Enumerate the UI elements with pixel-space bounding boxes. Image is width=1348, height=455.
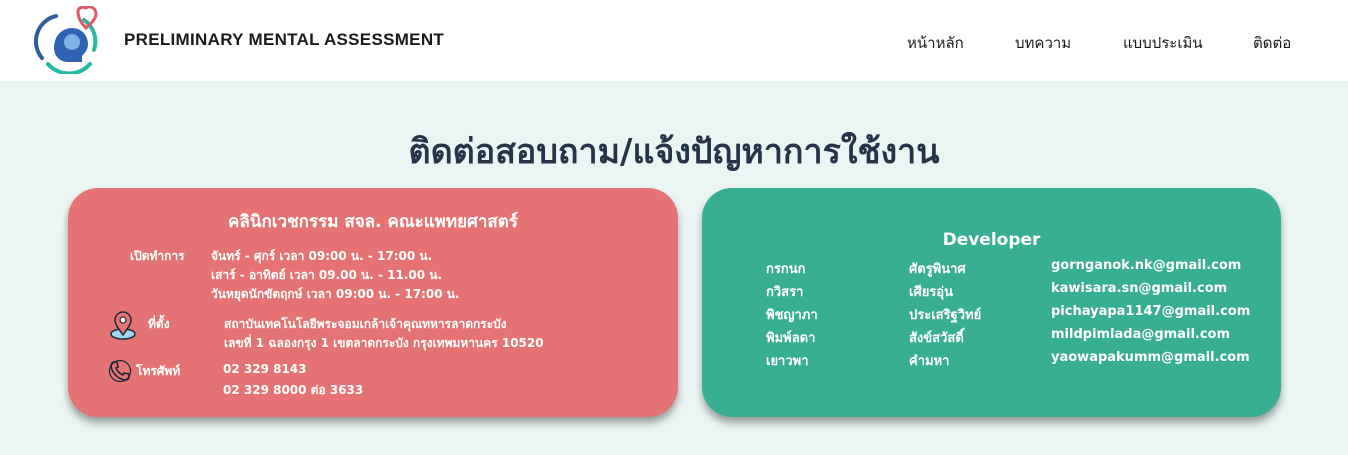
clinic-title: คลินิกเวชกรรม สจล. คณะแพทยศาสตร์ [228, 212, 518, 232]
address-line-1: สถาบันเทคโนโลยีพระจอมเกล้าเจ้าคุณทหารลาด… [224, 317, 507, 331]
developer-card: Developer กรกนก ศัตรูพินาศ gornganok.nk@… [702, 188, 1281, 417]
dev-email[interactable]: pichayapa1147@gmail.com [1051, 304, 1250, 319]
nav-assessment[interactable]: แบบประเมิน [1123, 31, 1203, 55]
nav-contact[interactable]: ติดต่อ [1253, 31, 1291, 55]
brand-name[interactable]: PRELIMINARY MENTAL ASSESSMENT [124, 30, 444, 50]
address-line-2: เลขที่ 1 ฉลองกรุง 1 เขตลาดกระบัง กรุงเทพ… [224, 336, 544, 350]
dev-email[interactable]: mildpimlada@gmail.com [1051, 327, 1230, 342]
developer-title: Developer [942, 230, 1041, 250]
dev-last-name: เศียรอุ่น [909, 285, 953, 300]
dev-first-name: เยาวพา [766, 354, 809, 369]
dev-email[interactable]: yaowapakumm@gmail.com [1051, 350, 1250, 365]
dev-last-name: สังข์สวัสดิ์ [909, 331, 964, 346]
dev-email[interactable]: gornganok.nk@gmail.com [1051, 258, 1241, 273]
location-label: ที่ตั้ง [148, 317, 170, 331]
dev-last-name: คำมหา [909, 354, 950, 369]
dev-first-name: กรกนก [766, 262, 806, 277]
dev-email[interactable]: kawisara.sn@gmail.com [1051, 281, 1227, 296]
dev-first-name: กวิสรา [766, 285, 804, 300]
dev-first-name: พิชญาภา [766, 308, 818, 323]
phone-number-2[interactable]: 02 329 8000 ต่อ 3633 [223, 381, 363, 400]
hours-weekday: จันทร์ - ศุกร์ เวลา 09:00 น. - 17:00 น. [211, 249, 433, 263]
hours-label: เปิดทำการ [130, 249, 185, 263]
hours-holiday: วันหยุดนักขัตฤกษ์ เวลา 09:00 น. - 17:00 … [211, 287, 460, 301]
page-title: ติดต่อสอบถาม/แจ้งปัญหาการใช้งาน [408, 132, 940, 172]
phone-icon [108, 359, 132, 387]
brain-heart-logo-icon[interactable] [34, 5, 106, 76]
phone-number-1[interactable]: 02 329 8143 [223, 362, 307, 376]
phone-label: โทรศัพท์ [136, 364, 181, 378]
nav-articles[interactable]: บทความ [1015, 31, 1071, 55]
clinic-card: คลินิกเวชกรรม สจล. คณะแพทยศาสตร์ เปิดทำก… [68, 188, 678, 417]
nav-home[interactable]: หน้าหลัก [907, 31, 964, 55]
top-navbar: PRELIMINARY MENTAL ASSESSMENT หน้าหลัก บ… [0, 0, 1348, 81]
dev-last-name: ประเสริฐวิทย์ [909, 308, 982, 323]
dev-first-name: พิมพ์ลดา [766, 331, 816, 346]
dev-last-name: ศัตรูพินาศ [909, 262, 966, 277]
location-pin-icon [108, 310, 138, 344]
hours-weekend: เสาร์ - อาทิตย์ เวลา 09.00 น. - 11.00 น. [211, 268, 443, 282]
